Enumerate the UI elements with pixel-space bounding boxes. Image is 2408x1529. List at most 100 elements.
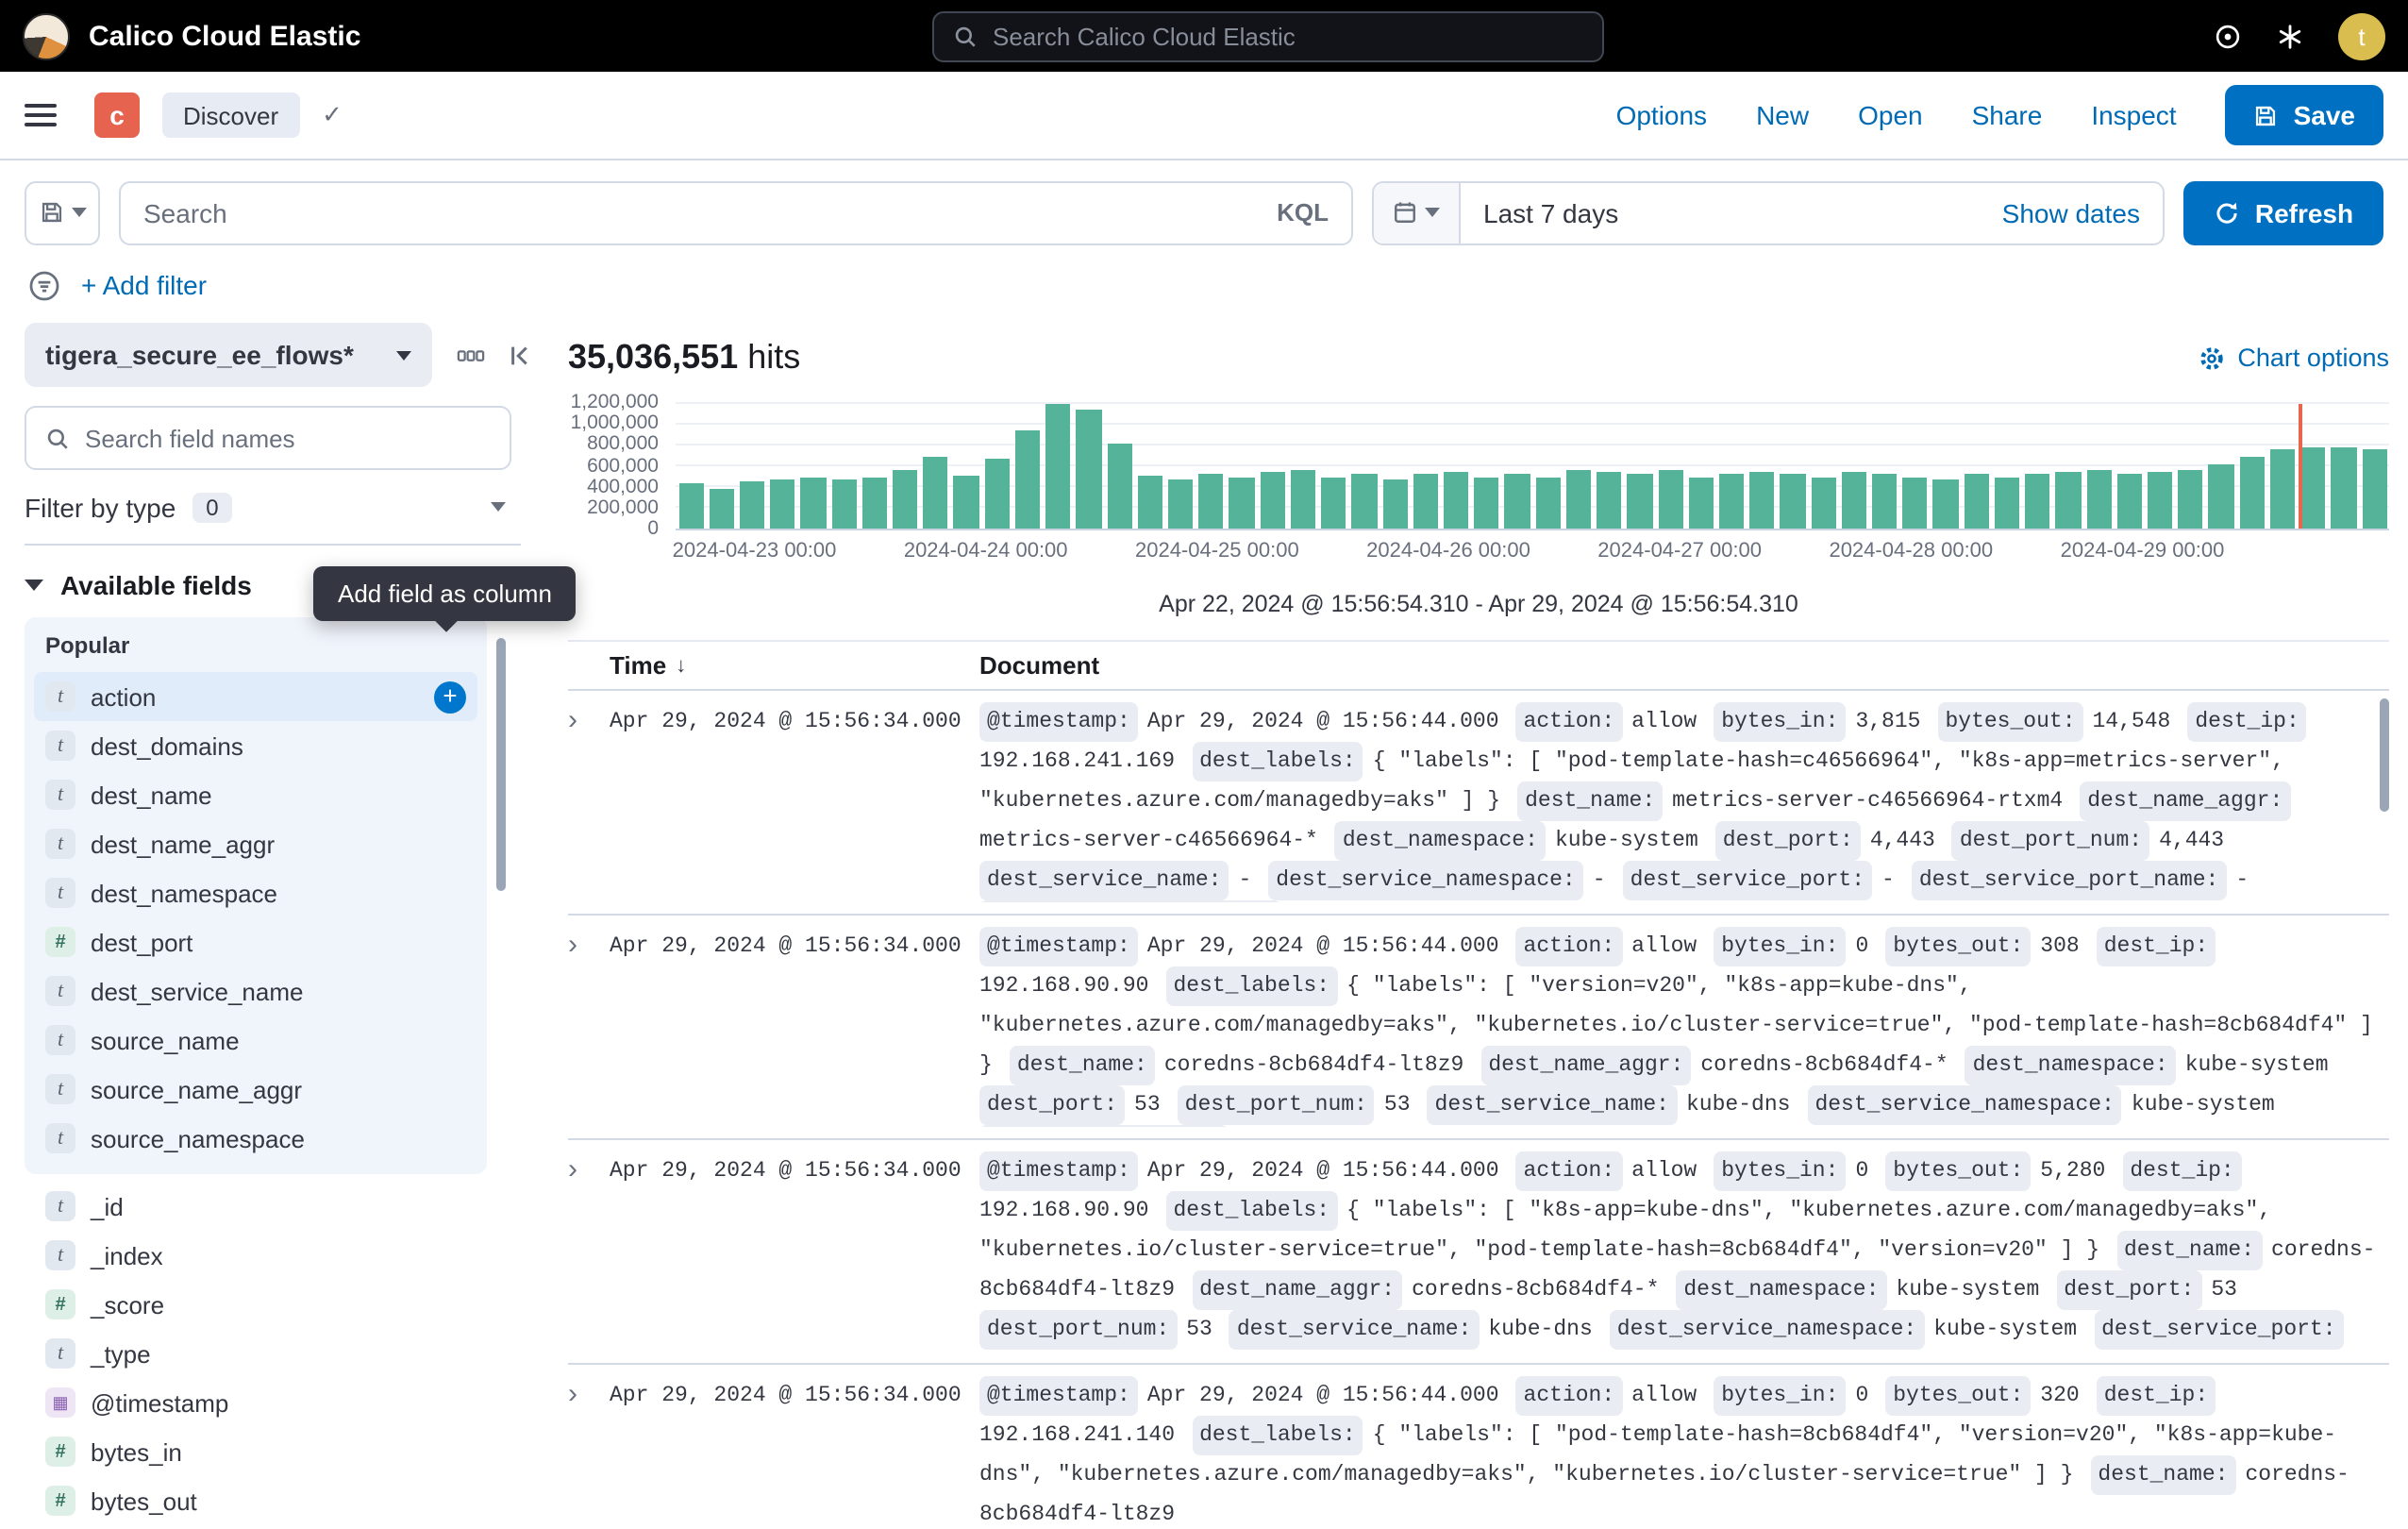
histogram-bar[interactable]: [1015, 431, 1040, 529]
histogram-bar[interactable]: [1505, 474, 1530, 529]
histogram-bar[interactable]: [1444, 473, 1468, 529]
histogram-bar[interactable]: [1903, 477, 1928, 529]
histogram-bar[interactable]: [924, 456, 948, 529]
expand-row-button[interactable]: ›: [568, 1376, 610, 1529]
user-avatar[interactable]: t: [2338, 12, 2385, 59]
histogram-bar[interactable]: [1168, 479, 1193, 529]
histogram-bar[interactable]: [2270, 449, 2295, 529]
menu-link-new[interactable]: New: [1756, 100, 1809, 130]
histogram-bar[interactable]: [2025, 474, 2049, 529]
histogram-bar[interactable]: [862, 477, 887, 529]
histogram-bar[interactable]: [2086, 470, 2111, 529]
field-item-source_name_aggr[interactable]: tsource_name_aggr: [34, 1065, 477, 1114]
saved-query-menu-button[interactable]: [25, 180, 100, 244]
histogram-bar[interactable]: [1107, 444, 1131, 529]
add-filter-button[interactable]: + Add filter: [81, 270, 207, 300]
histogram-bar[interactable]: [2362, 449, 2386, 529]
sidebar-scrollbar[interactable]: [496, 638, 506, 891]
refresh-button[interactable]: Refresh: [2183, 180, 2383, 244]
histogram-bar[interactable]: [1413, 475, 1438, 529]
app-badge[interactable]: c: [94, 92, 140, 138]
histogram-bar[interactable]: [1842, 473, 1866, 529]
histogram-bar[interactable]: [1628, 475, 1652, 529]
field-item-_id[interactable]: t_id: [34, 1182, 477, 1231]
histogram-bar[interactable]: [1781, 475, 1805, 529]
histogram-bar[interactable]: [1872, 475, 1897, 529]
field-item-source_namespace[interactable]: tsource_namespace: [34, 1114, 477, 1163]
histogram-bar[interactable]: [1138, 476, 1162, 529]
histogram-bar[interactable]: [954, 476, 978, 529]
histogram-bar[interactable]: [1597, 473, 1621, 529]
field-item-dest_service_name[interactable]: tdest_service_name: [34, 966, 477, 1016]
layout-boxes-icon[interactable]: [457, 341, 485, 369]
expand-row-button[interactable]: ›: [568, 702, 610, 902]
histogram-bar[interactable]: [1229, 479, 1254, 529]
field-item-source_name[interactable]: tsource_name: [34, 1016, 477, 1065]
histogram-bar[interactable]: [2178, 470, 2202, 529]
histogram-bar[interactable]: [984, 458, 1009, 529]
histogram-bar[interactable]: [1045, 404, 1070, 529]
chart-options-button[interactable]: Chart options: [2198, 344, 2389, 372]
histogram-bar[interactable]: [1566, 470, 1591, 529]
menu-link-inspect[interactable]: Inspect: [2091, 100, 2176, 130]
field-item-dest_name[interactable]: tdest_name: [34, 770, 477, 819]
expand-row-button[interactable]: ›: [568, 1151, 610, 1352]
filter-by-type[interactable]: Filter by type 0: [25, 470, 521, 546]
field-item-bytes_out[interactable]: #bytes_out: [34, 1476, 477, 1525]
histogram-bar[interactable]: [1995, 477, 2019, 529]
histogram-bar[interactable]: [2332, 447, 2356, 529]
save-button[interactable]: Save: [2226, 85, 2383, 145]
histogram-bar[interactable]: [2239, 456, 2264, 529]
histogram-bar[interactable]: [1077, 410, 1101, 529]
histogram-bar[interactable]: [1382, 479, 1407, 529]
field-item-@timestamp[interactable]: ▦@timestamp: [34, 1378, 477, 1427]
time-range-value[interactable]: Last 7 days: [1461, 197, 1618, 227]
ring-icon[interactable]: [2214, 22, 2242, 50]
field-item-dest_domains[interactable]: tdest_domains: [34, 721, 477, 770]
histogram-bar[interactable]: [1964, 475, 1988, 529]
histogram-bar[interactable]: [709, 489, 733, 529]
histogram-plot[interactable]: [676, 404, 2389, 530]
histogram-bar[interactable]: [831, 479, 856, 529]
histogram-bar[interactable]: [2300, 446, 2325, 529]
time-column-header[interactable]: Time ↓: [610, 651, 979, 680]
search-input[interactable]: [143, 197, 1258, 227]
histogram-bar[interactable]: [1291, 470, 1315, 529]
histogram-bar[interactable]: [740, 482, 764, 529]
field-search[interactable]: [25, 406, 511, 470]
show-dates-link[interactable]: Show dates: [2002, 197, 2163, 227]
menu-link-open[interactable]: Open: [1858, 100, 1923, 130]
histogram-bar[interactable]: [1749, 473, 1774, 529]
table-scrollbar[interactable]: [2380, 698, 2389, 812]
menu-link-share[interactable]: Share: [1972, 100, 2043, 130]
histogram-bar[interactable]: [1535, 477, 1560, 529]
filter-icon[interactable]: [28, 269, 60, 301]
histogram-bar[interactable]: [1321, 477, 1346, 529]
field-item-bytes_in[interactable]: #bytes_in: [34, 1427, 477, 1476]
global-search[interactable]: [932, 11, 1604, 62]
histogram-bar[interactable]: [1719, 475, 1744, 529]
field-item-_index[interactable]: t_index: [34, 1231, 477, 1280]
date-picker-menu-button[interactable]: [1374, 182, 1461, 243]
field-item-dest_namespace[interactable]: tdest_namespace: [34, 868, 477, 917]
field-item-dest_ip[interactable]: IPdest_ip: [34, 1525, 477, 1529]
field-item-action[interactable]: taction+: [34, 672, 477, 721]
histogram-bar[interactable]: [1811, 477, 1835, 529]
histogram-bar[interactable]: [2056, 472, 2081, 529]
global-search-input[interactable]: [993, 23, 1583, 51]
histogram-bar[interactable]: [893, 471, 917, 529]
add-field-button[interactable]: +: [434, 680, 466, 713]
histogram-bar[interactable]: [1658, 471, 1682, 529]
collapse-sidebar-icon[interactable]: [508, 341, 536, 369]
breadcrumb[interactable]: Discover: [162, 92, 299, 138]
field-search-input[interactable]: [85, 424, 491, 452]
field-item-dest_port[interactable]: #dest_port: [34, 917, 477, 966]
kql-toggle[interactable]: KQL: [1277, 198, 1329, 227]
field-item-dest_name_aggr[interactable]: tdest_name_aggr: [34, 819, 477, 868]
histogram-bar[interactable]: [2117, 475, 2142, 529]
histogram-bar[interactable]: [1933, 479, 1958, 529]
histogram-bar[interactable]: [678, 484, 703, 529]
field-item-_score[interactable]: #_score: [34, 1280, 477, 1329]
histogram-bar[interactable]: [1198, 475, 1223, 529]
index-pattern-switcher[interactable]: tigera_secure_ee_flows*: [25, 323, 432, 387]
